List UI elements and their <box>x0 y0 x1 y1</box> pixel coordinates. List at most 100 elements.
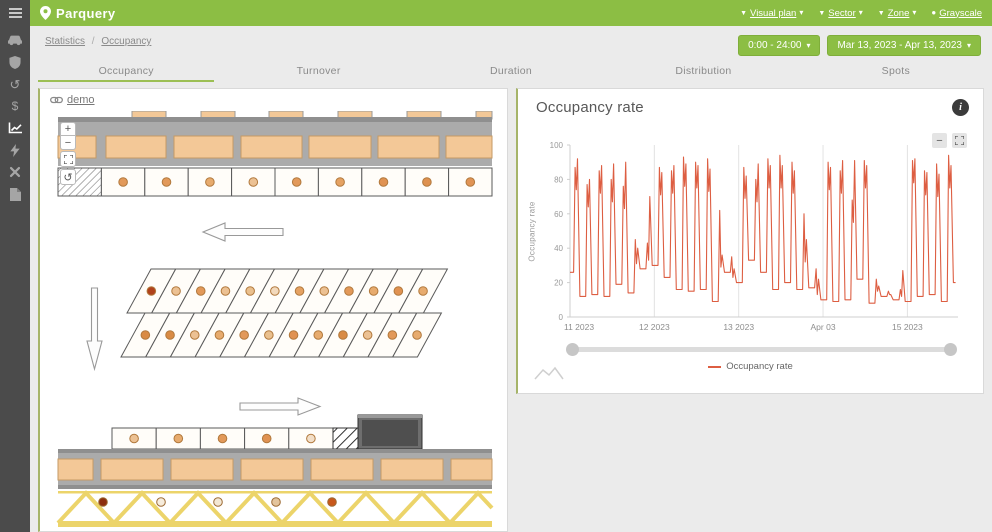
bottom-road-band <box>58 449 492 489</box>
tab-turnover[interactable]: Turnover <box>222 58 414 84</box>
brand: Parquery <box>40 6 116 21</box>
parking-spot-dot <box>289 331 298 340</box>
parking-row-diagonal-lower <box>121 313 441 357</box>
brand-name: Parquery <box>56 6 116 21</box>
legend-line-swatch <box>708 366 721 368</box>
breadcrumb-separator: / <box>92 36 95 47</box>
parking-spot-dot <box>413 331 422 340</box>
sidebar-item-security[interactable] <box>0 51 30 73</box>
top-road-band <box>58 111 492 166</box>
parking-spot-dot <box>328 498 337 507</box>
arrow-right <box>240 398 320 415</box>
parking-spot-dot <box>314 331 323 340</box>
sidebar-item-reports[interactable] <box>0 183 30 205</box>
x-tick-label: 11 2023 <box>564 322 594 332</box>
slider-track[interactable] <box>570 347 953 352</box>
legend-label: Occupancy rate <box>726 361 793 372</box>
slider-handle-right[interactable] <box>944 343 957 356</box>
occupancy-rate-panel: Occupancy rate i − Occupancy rate 020406… <box>516 88 984 394</box>
lightning-icon <box>10 144 20 157</box>
y-tick-label: 40 <box>554 244 563 253</box>
map-pin-icon <box>40 6 51 20</box>
parking-spot-dot <box>206 178 215 187</box>
chart-fullscreen-button[interactable] <box>952 133 967 148</box>
parking-spot-dot <box>130 434 139 443</box>
arrow-down <box>87 288 102 369</box>
filter-icon: ▼ <box>878 10 885 17</box>
chart-collapse-button[interactable]: − <box>932 133 947 148</box>
top-menu: ▼ Visual plan ▾ ▼ Sector ▾ ▼ Zone ▾ ● Gr… <box>740 8 982 19</box>
parking-spot-dot <box>147 287 156 296</box>
occupancy-chart[interactable]: 02040608010011 202312 202313 2023Apr 031… <box>524 137 976 337</box>
parking-spot-dot <box>157 498 166 507</box>
parking-spot-dot <box>265 331 274 340</box>
tab-duration[interactable]: Duration <box>415 58 607 84</box>
menu-visual-plan[interactable]: ▼ Visual plan ▾ <box>740 8 803 19</box>
parking-spot-dot <box>240 331 249 340</box>
parking-spot-dot <box>221 287 230 296</box>
parking-spot-dot <box>214 498 223 507</box>
parking-spot-dot <box>339 331 348 340</box>
sidebar-item-menu[interactable] <box>0 0 30 26</box>
chart-legend: Occupancy rate <box>518 361 983 372</box>
dark-structure <box>358 415 422 449</box>
demo-link[interactable]: demo <box>50 94 95 106</box>
date-range-button[interactable]: Mar 13, 2023 - Apr 13, 2023 ▾ <box>827 35 981 56</box>
chart-line-icon <box>8 122 23 134</box>
sidebar-item-statistics[interactable] <box>0 117 30 139</box>
tab-occupancy[interactable]: Occupancy <box>30 58 222 84</box>
x-tick-label: 15 2023 <box>892 322 923 332</box>
tab-bar: Occupancy Turnover Duration Distribution… <box>30 58 992 84</box>
sidebar-item-tools[interactable] <box>0 161 30 183</box>
tab-spots[interactable]: Spots <box>800 58 992 84</box>
parking-spot-dot <box>249 178 258 187</box>
tools-icon <box>9 166 21 178</box>
tab-distribution[interactable]: Distribution <box>607 58 799 84</box>
zoom-in-button[interactable]: + <box>60 122 76 136</box>
parking-spot-dot <box>262 434 271 443</box>
sidebar-item-billing[interactable]: $ <box>0 95 30 117</box>
parking-spot-dot <box>292 178 301 187</box>
parking-spot-dot <box>320 287 329 296</box>
chart-controls: − <box>932 133 967 148</box>
sidebar-item-events[interactable] <box>0 139 30 161</box>
slider-handle-left[interactable] <box>566 343 579 356</box>
fullscreen-icon <box>955 136 964 145</box>
menu-zone[interactable]: ▼ Zone ▾ <box>878 8 917 19</box>
parking-spot-dot <box>394 287 403 296</box>
breadcrumb-statistics[interactable]: Statistics <box>45 36 85 47</box>
shield-icon <box>9 56 21 69</box>
caret-down-icon: ▾ <box>799 9 803 17</box>
parking-spot-dot <box>190 331 199 340</box>
parking-spot-dot <box>174 434 183 443</box>
buildings-top <box>58 136 492 158</box>
menu-sector[interactable]: ▼ Sector ▾ <box>818 8 862 19</box>
zoom-out-button[interactable]: − <box>60 136 76 150</box>
time-range-slider <box>566 344 957 356</box>
hamburger-icon <box>9 8 22 18</box>
parking-row-bottom <box>112 428 333 449</box>
caret-down-icon: ▾ <box>806 42 810 50</box>
x-tick-label: Apr 03 <box>811 322 836 332</box>
grayscale-icon: ● <box>931 9 936 17</box>
sidebar: ↺ $ <box>0 0 30 532</box>
sidebar-item-vehicles[interactable] <box>0 29 30 51</box>
top-bar: Parquery ▼ Visual plan ▾ ▼ Sector ▾ ▼ Zo… <box>30 0 992 26</box>
parking-spot-dot <box>271 287 280 296</box>
parking-spot-dot <box>119 178 128 187</box>
dollar-icon: $ <box>12 100 19 112</box>
parking-spot-dot <box>162 178 171 187</box>
menu-grayscale[interactable]: ● Grayscale <box>931 8 982 19</box>
time-range-button[interactable]: 0:00 - 24:00 ▾ <box>738 35 820 56</box>
sidebar-item-history[interactable]: ↺ <box>0 73 30 95</box>
parking-spot-dot <box>379 178 388 187</box>
map-fullscreen-button[interactable] <box>60 151 76 167</box>
parking-map[interactable] <box>40 111 506 532</box>
y-tick-label: 20 <box>554 279 563 288</box>
info-icon[interactable]: i <box>952 99 969 116</box>
parking-spot-dot <box>466 178 475 187</box>
map-reset-button[interactable]: ↺ <box>60 169 76 185</box>
breadcrumb-occupancy[interactable]: Occupancy <box>101 36 151 47</box>
filter-buttons: 0:00 - 24:00 ▾ Mar 13, 2023 - Apr 13, 20… <box>738 35 981 56</box>
parking-spot-dot <box>419 287 428 296</box>
